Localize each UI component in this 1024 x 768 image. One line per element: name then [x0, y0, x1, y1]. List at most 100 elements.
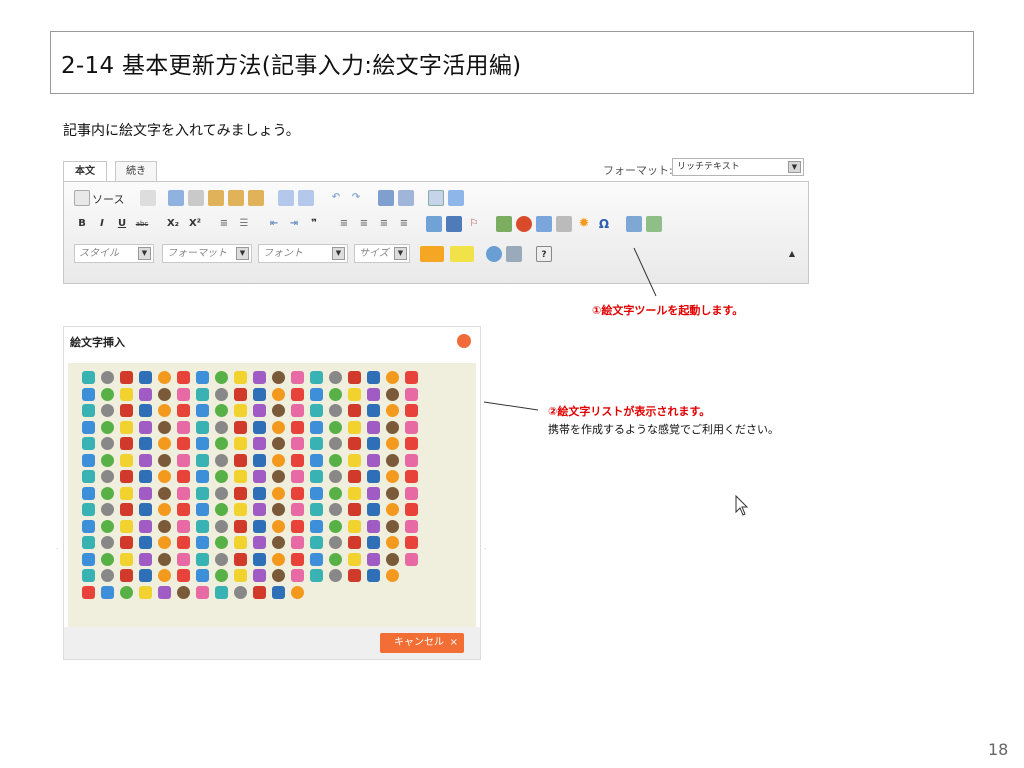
emoji-item-icon[interactable]: [82, 470, 95, 483]
emoji-item-icon[interactable]: [310, 371, 323, 384]
emoji-item-icon[interactable]: [329, 519, 342, 533]
emoji-item-icon[interactable]: [367, 470, 380, 483]
emoji-item-icon[interactable]: [329, 486, 342, 500]
emoji-item-icon[interactable]: [386, 387, 399, 401]
emoji-item-icon[interactable]: [234, 404, 247, 417]
emoji-item-icon[interactable]: [272, 519, 285, 533]
emoji-item-icon[interactable]: [215, 470, 228, 483]
emoji-item-icon[interactable]: [234, 486, 247, 500]
emoji-item-icon[interactable]: [82, 453, 95, 467]
emoji-item-icon[interactable]: [82, 420, 95, 434]
emoji-item-icon[interactable]: [177, 453, 190, 467]
emoji-item-icon[interactable]: [139, 569, 152, 582]
emoji-item-icon[interactable]: [215, 519, 228, 533]
emoji-item-icon[interactable]: [215, 569, 228, 582]
emoji-item-icon[interactable]: [291, 437, 304, 450]
emoji-item-icon[interactable]: [177, 552, 190, 566]
emoji-item-icon[interactable]: [120, 470, 133, 483]
emoji-item-icon[interactable]: [101, 552, 114, 566]
emoji-item-icon[interactable]: [253, 585, 266, 599]
emoji-item-icon[interactable]: [234, 387, 247, 401]
emoji-item-icon[interactable]: [234, 371, 247, 384]
emoji-item-icon[interactable]: [177, 470, 190, 483]
emoji-item-icon[interactable]: [120, 585, 133, 599]
emoji-item-icon[interactable]: [367, 536, 380, 549]
emoji-item-icon[interactable]: [272, 486, 285, 500]
emoji-item-icon[interactable]: [291, 552, 304, 566]
emoji-item-icon[interactable]: [234, 453, 247, 467]
emoji-item-icon[interactable]: [82, 404, 95, 417]
emoji-item-icon[interactable]: [386, 536, 399, 549]
emoji-item-icon[interactable]: [310, 453, 323, 467]
emoji-item-icon[interactable]: [139, 404, 152, 417]
emoji-item-icon[interactable]: [253, 519, 266, 533]
emoji-item-icon[interactable]: [158, 453, 171, 467]
emoji-item-icon[interactable]: [177, 371, 190, 384]
emoji-item-icon[interactable]: [329, 387, 342, 401]
emoji-item-icon[interactable]: [405, 420, 418, 434]
emoji-item-icon[interactable]: [101, 569, 114, 582]
emoji-item-icon[interactable]: [272, 371, 285, 384]
emoji-item-icon[interactable]: [386, 569, 399, 582]
emoji-item-icon[interactable]: [139, 536, 152, 549]
emoji-item-icon[interactable]: [405, 387, 418, 401]
emoji-item-icon[interactable]: [405, 404, 418, 417]
emoji-item-icon[interactable]: [329, 536, 342, 549]
emoji-item-icon[interactable]: [272, 453, 285, 467]
emoji-item-icon[interactable]: [215, 453, 228, 467]
emoji-item-icon[interactable]: [348, 503, 361, 516]
emoji-item-icon[interactable]: [82, 437, 95, 450]
emoji-item-icon[interactable]: [405, 437, 418, 450]
emoji-item-icon[interactable]: [177, 503, 190, 516]
emoji-item-icon[interactable]: [139, 503, 152, 516]
cancel-button[interactable]: キャンセル ×: [380, 633, 464, 653]
emoji-item-icon[interactable]: [291, 585, 304, 599]
emoji-item-icon[interactable]: [177, 536, 190, 549]
emoji-item-icon[interactable]: [234, 519, 247, 533]
emoji-item-icon[interactable]: [215, 486, 228, 500]
emoji-item-icon[interactable]: [196, 453, 209, 467]
emoji-item-icon[interactable]: [120, 437, 133, 450]
emoji-item-icon[interactable]: [196, 437, 209, 450]
emoji-item-icon[interactable]: [234, 569, 247, 582]
emoji-item-icon[interactable]: [215, 387, 228, 401]
emoji-item-icon[interactable]: [120, 404, 133, 417]
emoji-item-icon[interactable]: [82, 552, 95, 566]
emoji-item-icon[interactable]: [158, 387, 171, 401]
emoji-item-icon[interactable]: [367, 387, 380, 401]
emoji-item-icon[interactable]: [272, 569, 285, 582]
emoji-item-icon[interactable]: [120, 519, 133, 533]
emoji-item-icon[interactable]: [253, 503, 266, 516]
emoji-item-icon[interactable]: [386, 503, 399, 516]
emoji-item-icon[interactable]: [139, 437, 152, 450]
emoji-item-icon[interactable]: [291, 519, 304, 533]
emoji-item-icon[interactable]: [386, 470, 399, 483]
emoji-item-icon[interactable]: [82, 585, 95, 599]
emoji-item-icon[interactable]: [291, 371, 304, 384]
emoji-item-icon[interactable]: [253, 387, 266, 401]
emoji-item-icon[interactable]: [329, 404, 342, 417]
emoji-item-icon[interactable]: [405, 470, 418, 483]
emoji-item-icon[interactable]: [291, 453, 304, 467]
emoji-item-icon[interactable]: [101, 585, 114, 599]
emoji-item-icon[interactable]: [177, 569, 190, 582]
emoji-item-icon[interactable]: [329, 552, 342, 566]
emoji-item-icon[interactable]: [348, 387, 361, 401]
emoji-item-icon[interactable]: [253, 552, 266, 566]
emoji-item-icon[interactable]: [101, 486, 114, 500]
emoji-item-icon[interactable]: [158, 404, 171, 417]
emoji-item-icon[interactable]: [348, 420, 361, 434]
emoji-item-icon[interactable]: [348, 519, 361, 533]
emoji-item-icon[interactable]: [310, 569, 323, 582]
emoji-item-icon[interactable]: [329, 470, 342, 483]
emoji-item-icon[interactable]: [253, 404, 266, 417]
emoji-item-icon[interactable]: [234, 585, 247, 599]
emoji-item-icon[interactable]: [253, 371, 266, 384]
emoji-item-icon[interactable]: [196, 404, 209, 417]
emoji-item-icon[interactable]: [139, 453, 152, 467]
emoji-item-icon[interactable]: [215, 552, 228, 566]
emoji-item-icon[interactable]: [405, 486, 418, 500]
emoji-item-icon[interactable]: [291, 503, 304, 516]
emoji-item-icon[interactable]: [310, 486, 323, 500]
emoji-item-icon[interactable]: [101, 387, 114, 401]
